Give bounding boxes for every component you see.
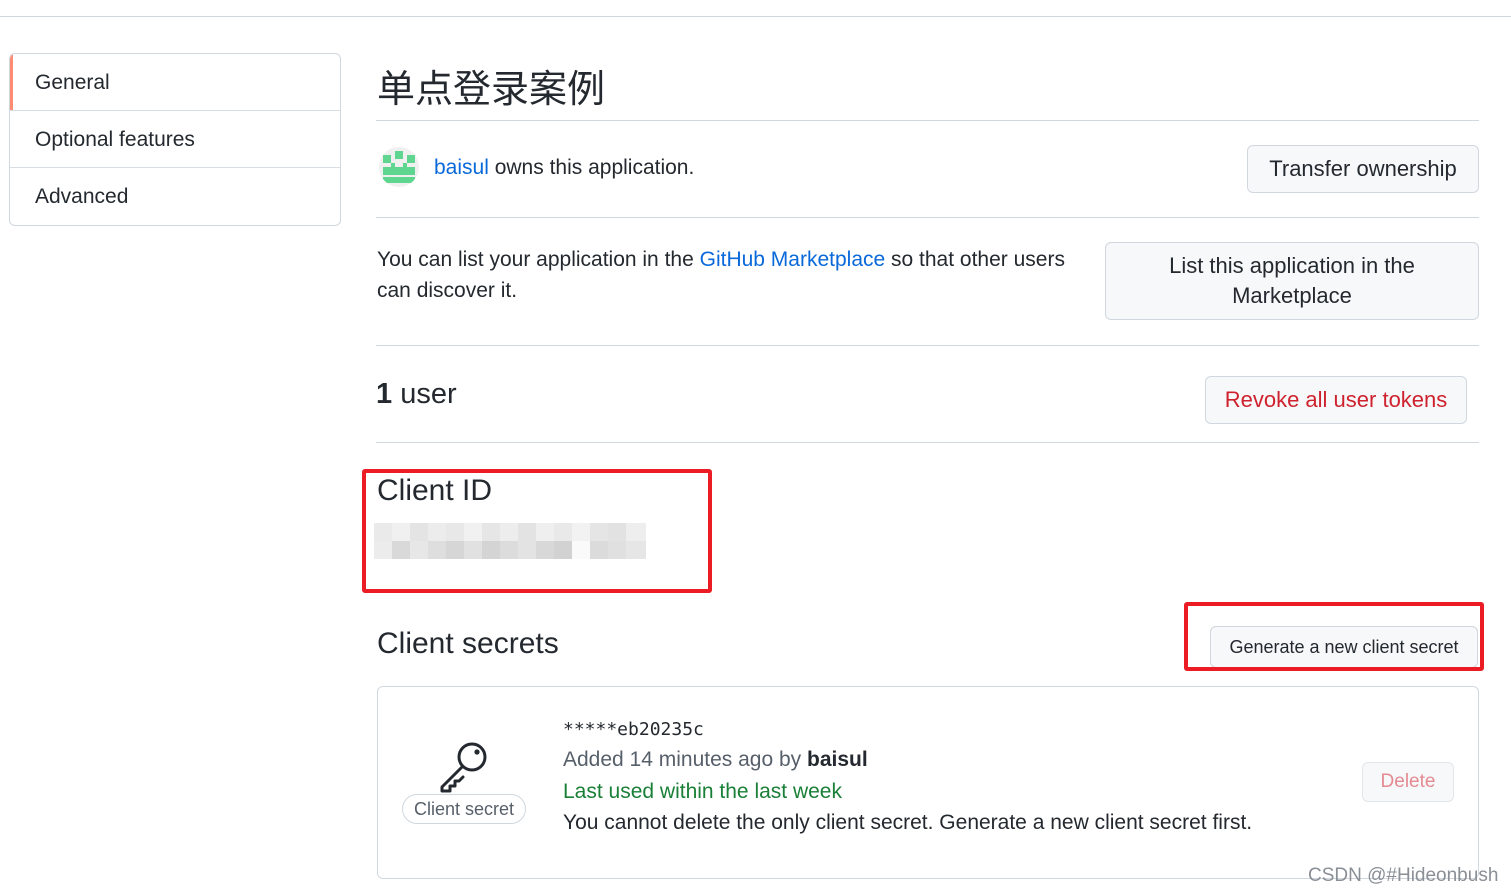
sidebar-item-label: Optional features xyxy=(35,128,195,151)
secret-added-by: baisul xyxy=(807,748,868,771)
divider xyxy=(376,345,1479,346)
secret-added-prefix: Added 14 minutes ago by xyxy=(563,748,808,771)
divider xyxy=(376,442,1479,443)
sidebar-item-label: General xyxy=(35,71,110,94)
marketplace-text-before: You can list your application in the xyxy=(377,248,700,271)
user-count-number: 1 xyxy=(376,378,393,410)
sidebar-item-optional-features[interactable]: Optional features xyxy=(10,111,340,168)
masked-secret-value: *****eb20235c xyxy=(563,719,704,740)
annotation-highlight-generate-secret xyxy=(1184,602,1484,671)
user-count: 1 user xyxy=(376,378,457,411)
secret-delete-note: You cannot delete the only client secret… xyxy=(563,811,1253,834)
sidebar-item-general[interactable]: General xyxy=(10,54,340,111)
github-marketplace-link[interactable]: GitHub Marketplace xyxy=(700,248,886,271)
revoke-all-user-tokens-button[interactable]: Revoke all user tokens xyxy=(1205,376,1467,424)
sidebar-item-advanced[interactable]: Advanced xyxy=(10,168,340,224)
client-secret-card xyxy=(377,686,1479,879)
divider xyxy=(376,217,1479,218)
secret-last-used: Last used within the last week xyxy=(563,780,842,803)
client-secrets-heading: Client secrets xyxy=(377,627,559,660)
key-icon xyxy=(440,742,487,793)
client-secret-badge: Client secret xyxy=(402,794,526,824)
top-divider xyxy=(0,16,1511,17)
page-title: 单点登录案例 xyxy=(377,69,606,111)
owner-statement: baisul owns this application. xyxy=(434,156,694,180)
transfer-ownership-button[interactable]: Transfer ownership xyxy=(1247,145,1479,193)
marketplace-description: You can list your application in the Git… xyxy=(377,244,1102,306)
user-count-suffix: user xyxy=(392,378,457,410)
watermark: CSDN @#Hideonbush xyxy=(1308,865,1499,886)
delete-secret-button[interactable]: Delete xyxy=(1362,762,1454,802)
secret-added-info: Added 14 minutes ago by baisul xyxy=(563,748,868,772)
identicon-icon xyxy=(379,147,419,187)
annotation-highlight-client-id xyxy=(362,469,712,593)
sidebar-item-label: Advanced xyxy=(35,185,129,208)
owner-avatar[interactable] xyxy=(379,147,419,187)
owner-suffix: owns this application. xyxy=(488,156,695,179)
list-in-marketplace-button[interactable]: List this application in the Marketplace xyxy=(1105,242,1479,320)
divider xyxy=(376,120,1479,121)
owner-link[interactable]: baisul xyxy=(434,156,489,179)
settings-sidebar: General Optional features Advanced xyxy=(9,53,341,226)
